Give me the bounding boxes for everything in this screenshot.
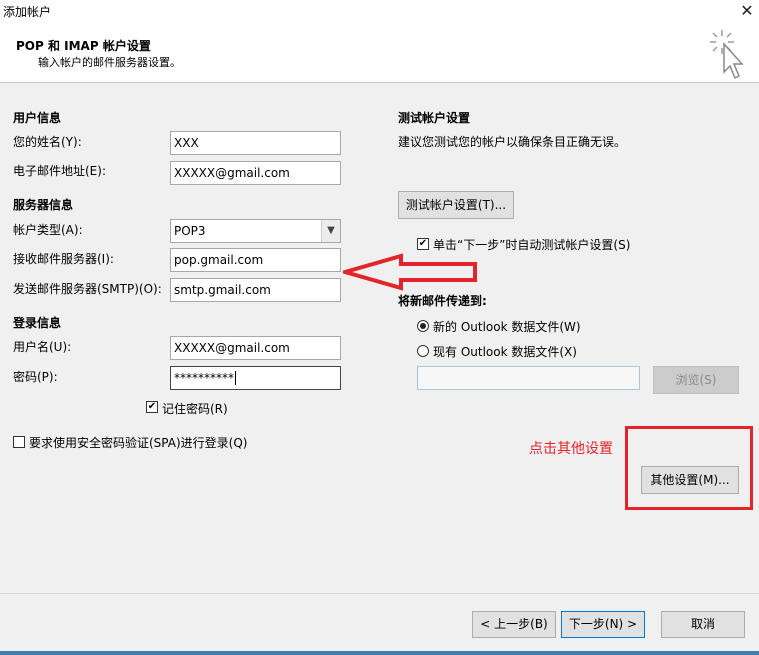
username-field[interactable]: XXXXX@gmail.com bbox=[170, 336, 341, 360]
name-field[interactable]: XXX bbox=[170, 131, 341, 155]
arrow-annotation-icon bbox=[343, 253, 477, 291]
email-label: 电子邮件地址(E): bbox=[13, 164, 106, 178]
account-type-value: POP3 bbox=[174, 224, 206, 238]
spa-checkbox[interactable] bbox=[13, 436, 25, 448]
user-info-heading: 用户信息 bbox=[13, 111, 62, 125]
password-field[interactable]: ********** bbox=[170, 366, 341, 390]
test-settings-heading: 测试帐户设置 bbox=[398, 111, 471, 125]
email-field[interactable]: XXXXX@gmail.com bbox=[170, 161, 341, 185]
server-info-heading: 服务器信息 bbox=[13, 198, 74, 212]
name-label: 您的姓名(Y): bbox=[13, 135, 82, 149]
new-data-file-radio[interactable] bbox=[417, 320, 429, 332]
existing-data-file-radio[interactable] bbox=[417, 345, 429, 357]
footer-divider bbox=[0, 593, 759, 594]
window-title: 添加帐户 bbox=[3, 5, 52, 19]
remember-password-label: 记住密码(R) bbox=[162, 402, 228, 416]
incoming-server-field[interactable]: pop.gmail.com bbox=[170, 248, 341, 272]
back-button[interactable]: < 上一步(B) bbox=[472, 611, 556, 638]
outgoing-server-field[interactable]: smtp.gmail.com bbox=[170, 278, 341, 302]
login-info-heading: 登录信息 bbox=[13, 316, 62, 330]
remember-password-checkbox[interactable]: ✔ bbox=[146, 401, 158, 413]
test-settings-description: 建议您测试您的帐户以确保条目正确无误。 bbox=[398, 135, 627, 149]
password-mask: ********** bbox=[174, 371, 234, 385]
spa-label: 要求使用安全密码验证(SPA)进行登录(Q) bbox=[29, 436, 248, 450]
auto-test-label: 单击“下一步”时自动测试帐户设置(S) bbox=[433, 238, 631, 252]
cancel-button[interactable]: 取消 bbox=[661, 611, 745, 638]
deliver-heading: 将新邮件传递到: bbox=[398, 294, 487, 308]
auto-test-checkbox[interactable]: ✔ bbox=[417, 238, 429, 250]
chevron-down-icon[interactable]: ▼ bbox=[321, 220, 340, 242]
page-title: POP 和 IMAP 帐户设置 bbox=[16, 39, 151, 53]
existing-data-file-label: 现有 Outlook 数据文件(X) bbox=[433, 345, 577, 359]
account-type-label: 帐户类型(A): bbox=[13, 223, 83, 237]
taskbar-edge bbox=[0, 651, 759, 655]
existing-file-path-field[interactable] bbox=[417, 366, 640, 390]
wizard-cursor-icon bbox=[710, 30, 744, 80]
close-icon[interactable]: ✕ bbox=[736, 0, 758, 22]
outgoing-server-label: 发送邮件服务器(SMTP)(O): bbox=[13, 282, 162, 296]
account-type-select[interactable]: POP3 ▼ bbox=[170, 219, 341, 243]
next-button[interactable]: 下一步(N) > bbox=[561, 611, 645, 638]
annotation-text: 点击其他设置 bbox=[529, 441, 613, 457]
more-settings-button[interactable]: 其他设置(M)... bbox=[641, 466, 739, 494]
test-account-button[interactable]: 测试帐户设置(T)... bbox=[398, 191, 514, 219]
password-label: 密码(P): bbox=[13, 370, 58, 384]
incoming-server-label: 接收邮件服务器(I): bbox=[13, 252, 114, 266]
browse-button[interactable]: 浏览(S) bbox=[653, 366, 739, 394]
title-bar bbox=[0, 0, 759, 22]
new-data-file-label: 新的 Outlook 数据文件(W) bbox=[433, 320, 581, 334]
text-cursor bbox=[235, 371, 236, 385]
username-label: 用户名(U): bbox=[13, 340, 72, 354]
page-subtitle: 输入帐户的邮件服务器设置。 bbox=[38, 56, 181, 69]
